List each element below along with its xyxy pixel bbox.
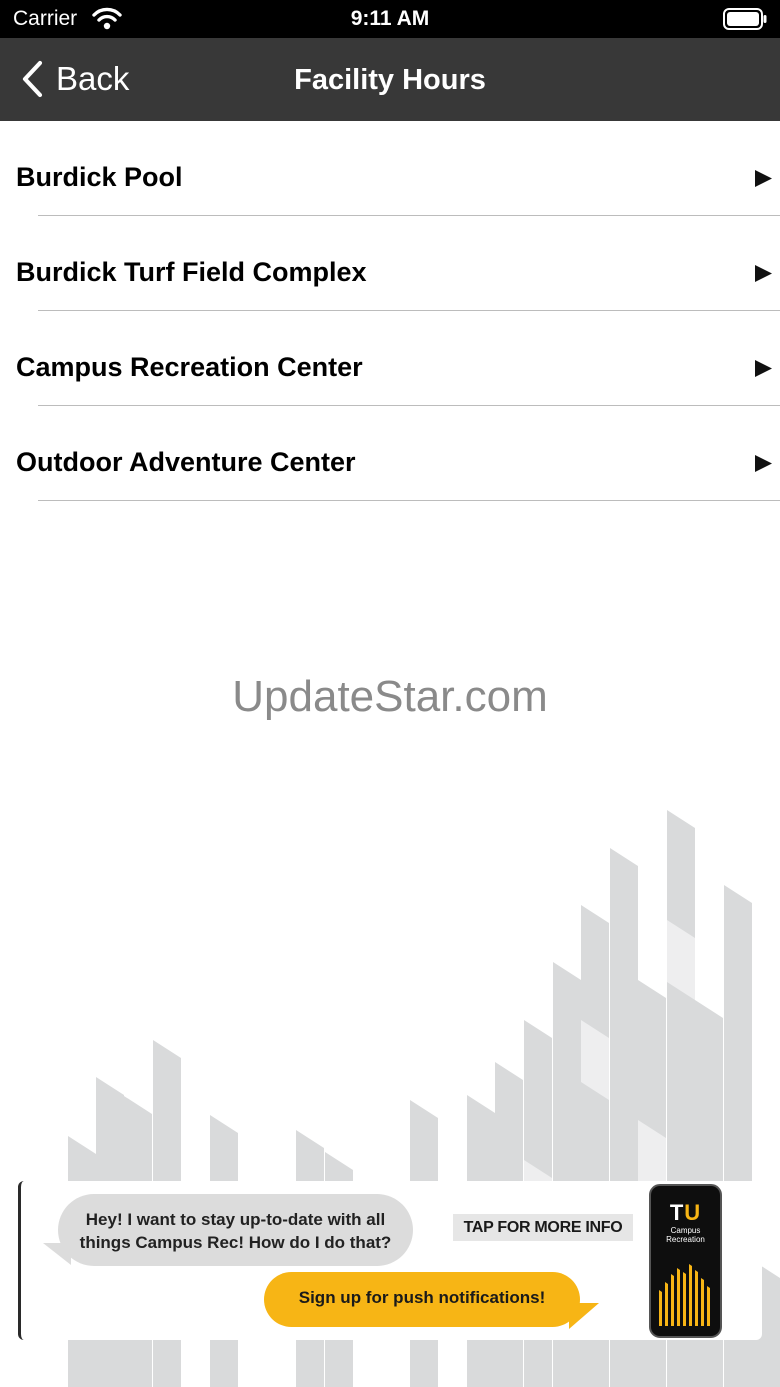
phone-caption: Campus Recreation	[666, 1226, 705, 1244]
tap-for-more-info-button[interactable]: TAP FOR MORE INFO	[453, 1214, 633, 1241]
facility-label: Campus Recreation Center	[16, 352, 363, 382]
facility-label: Burdick Turf Field Complex	[16, 257, 367, 287]
facility-row-campus-recreation-center[interactable]: Campus Recreation Center	[0, 311, 780, 406]
question-bubble: Hey! I want to stay up-to-date with all …	[58, 1194, 413, 1266]
navigation-bar: Back Facility Hours	[0, 38, 780, 121]
question-bubble-tail	[43, 1243, 71, 1265]
status-bar: Carrier 9:11 AM	[0, 0, 780, 38]
question-text: Hey! I want to stay up-to-date with all …	[79, 1210, 392, 1252]
disclosure-triangle-icon	[755, 360, 772, 377]
page-title: Facility Hours	[294, 64, 486, 96]
watermark-text: UpdateStar.com	[232, 672, 548, 721]
facility-label: Outdoor Adventure Center	[16, 447, 356, 477]
tu-logo: TU	[669, 1200, 702, 1225]
phone-mockup-image: TU Campus Recreation	[649, 1184, 722, 1338]
facility-row-outdoor-adventure-center[interactable]: Outdoor Adventure Center	[0, 406, 780, 501]
status-clock: 9:11 AM	[350, 7, 430, 30]
facility-row-burdick-pool[interactable]: Burdick Pool	[0, 121, 780, 216]
facility-label: Burdick Pool	[16, 162, 183, 192]
facility-list: Burdick Pool Burdick Turf Field Complex …	[0, 121, 780, 501]
disclosure-triangle-icon	[755, 170, 772, 187]
answer-bubble-tail	[569, 1303, 599, 1329]
facility-row-burdick-turf-field-complex[interactable]: Burdick Turf Field Complex	[0, 216, 780, 311]
disclosure-triangle-icon	[755, 455, 772, 472]
phone-skyline-art	[659, 1264, 710, 1326]
answer-bubble: Sign up for push notifications!	[264, 1272, 580, 1327]
answer-text: Sign up for push notifications!	[298, 1288, 546, 1307]
disclosure-triangle-icon	[755, 265, 772, 282]
promo-banner[interactable]: Hey! I want to stay up-to-date with all …	[18, 1181, 762, 1340]
battery-icon	[723, 8, 767, 30]
